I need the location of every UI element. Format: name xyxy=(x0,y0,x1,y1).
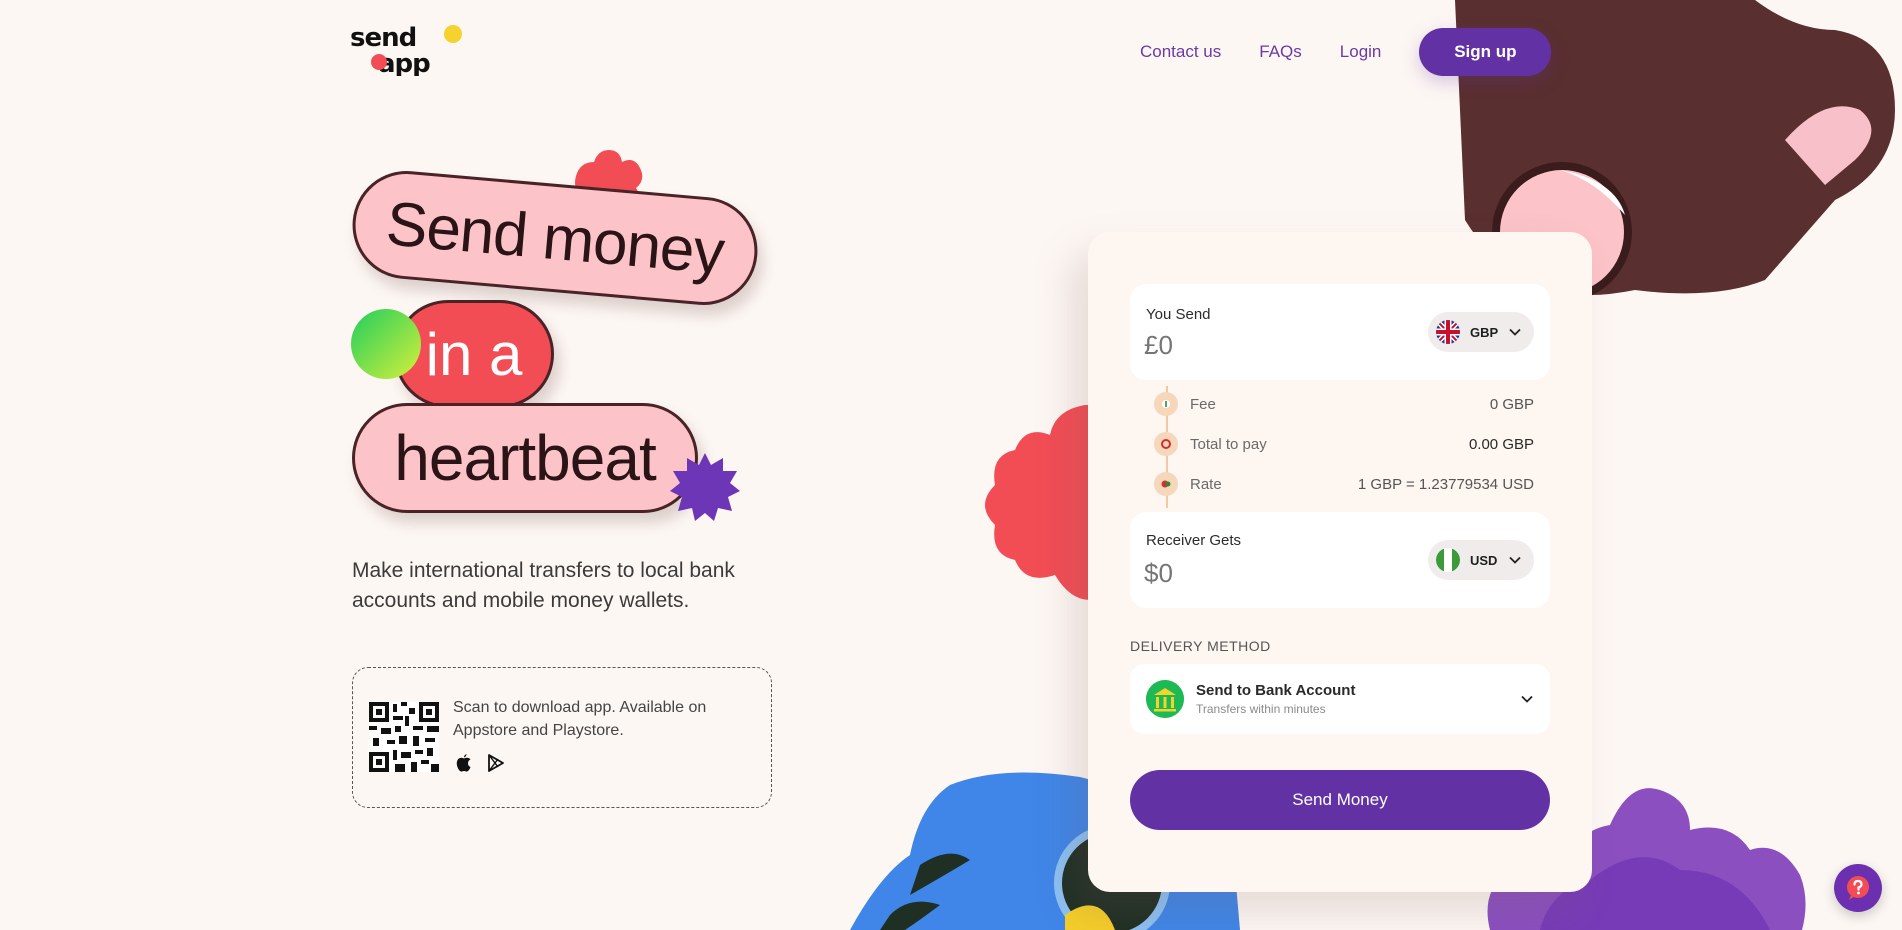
delivery-method-subtitle: Transfers within minutes xyxy=(1196,702,1326,716)
send-amount-input[interactable] xyxy=(1144,330,1344,361)
total-value: 0.00 GBP xyxy=(1468,435,1534,453)
help-icon xyxy=(1847,876,1869,900)
hero-pill-send-money: Send money xyxy=(348,166,762,310)
receiver-gets-field: Receiver Gets USD xyxy=(1130,512,1550,608)
rate-icon xyxy=(1154,472,1178,496)
nav-faqs-link[interactable]: FAQs xyxy=(1259,42,1302,62)
download-app-box: Scan to download app. Available on Appst… xyxy=(352,667,772,808)
hero-line-3: heartbeat xyxy=(394,422,656,494)
receive-currency-code: USD xyxy=(1470,552,1498,568)
rate-row: Rate 1 GBP = 1.23779534 USD xyxy=(1154,470,1534,498)
send-currency-select[interactable]: GBP xyxy=(1428,312,1534,352)
receive-amount-input[interactable] xyxy=(1144,558,1344,589)
qr-code-icon[interactable] xyxy=(369,702,439,772)
store-icons xyxy=(453,752,507,774)
hero-pill-heartbeat: heartbeat xyxy=(352,403,698,513)
receiver-gets-label: Receiver Gets xyxy=(1146,532,1242,549)
send-currency-code: GBP xyxy=(1470,324,1499,340)
delivery-method-select[interactable]: Send to Bank Account Transfers within mi… xyxy=(1130,664,1550,734)
play-store-icon[interactable] xyxy=(485,752,507,774)
top-navigation: Contact us FAQs Login Sign up xyxy=(1140,28,1552,76)
apple-icon[interactable] xyxy=(453,752,475,774)
bank-icon xyxy=(1146,680,1184,718)
rate-label: Rate xyxy=(1190,475,1222,493)
signup-button[interactable]: Sign up xyxy=(1419,28,1552,76)
fee-row: Fee 0 GBP xyxy=(1154,390,1534,418)
help-chat-button[interactable] xyxy=(1834,864,1882,912)
delivery-method-title: Send to Bank Account xyxy=(1196,682,1356,699)
transfer-calculator-card: You Send GBP Fee 0 GBP xyxy=(1088,232,1592,892)
send-money-button[interactable]: Send Money xyxy=(1130,770,1550,830)
fee-value: 0 GBP xyxy=(1489,395,1534,413)
fee-label: Fee xyxy=(1190,395,1216,413)
sendapp-logo[interactable]: send app xyxy=(350,22,466,76)
chevron-down-icon xyxy=(1509,328,1521,336)
nav-login-link[interactable]: Login xyxy=(1340,42,1382,62)
hero-line-1: Send money xyxy=(383,188,727,288)
red-flower-decoration xyxy=(985,405,1095,600)
green-circle-decoration xyxy=(351,309,421,379)
you-send-field: You Send GBP xyxy=(1130,284,1550,380)
purple-star-decoration xyxy=(670,453,740,521)
nigeria-flag-icon xyxy=(1436,548,1460,572)
download-app-text: Scan to download app. Available on Appst… xyxy=(453,699,707,739)
total-icon xyxy=(1154,432,1178,456)
chevron-down-icon xyxy=(1521,695,1533,703)
total-row: Total to pay 0.00 GBP xyxy=(1154,430,1534,458)
total-label: Total to pay xyxy=(1190,435,1267,453)
nav-contact-link[interactable]: Contact us xyxy=(1140,42,1221,62)
chevron-down-icon xyxy=(1509,556,1521,564)
hero-line-2: in a xyxy=(425,320,523,388)
hero-subtitle: Make international transfers to local ba… xyxy=(352,559,735,612)
fee-icon xyxy=(1154,392,1178,416)
fee-breakdown: Fee 0 GBP Total to pay 0.00 GBP Rate 1 G… xyxy=(1130,384,1550,510)
rate-value: 1 GBP = 1.23779534 USD xyxy=(1357,475,1534,493)
you-send-label: You Send xyxy=(1146,306,1211,323)
receive-currency-select[interactable]: USD xyxy=(1428,540,1534,580)
uk-flag-icon xyxy=(1436,320,1460,344)
delivery-method-label: DELIVERY METHOD xyxy=(1130,638,1271,654)
